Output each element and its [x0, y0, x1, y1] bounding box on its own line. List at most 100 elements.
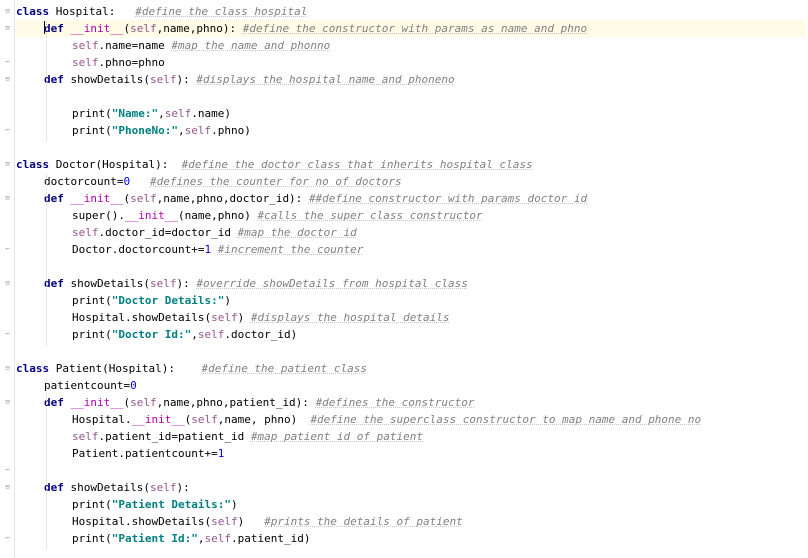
dunder-token: __init__ — [124, 209, 178, 222]
code-token: ): — [176, 73, 197, 86]
fold-open-icon[interactable] — [4, 365, 11, 372]
dunder-token: __init__ — [70, 192, 124, 205]
code-line[interactable]: Patient.patientcount+=1 — [16, 445, 806, 462]
fold-end-icon[interactable] — [4, 331, 11, 338]
comment-token: #prints the details of patient — [264, 515, 463, 528]
keyword-token: class — [16, 5, 50, 18]
string-literal: "PhoneNo:" — [111, 124, 178, 137]
self-token: self — [72, 430, 99, 443]
code-line[interactable]: def __init__(self,name,phno,doctor_id): … — [16, 190, 806, 207]
code-line[interactable]: patientcount=0 — [16, 377, 806, 394]
code-token: super(). — [72, 209, 125, 222]
code-line[interactable]: Hospital.showDetails(self) #prints the d… — [16, 513, 806, 530]
comment-token: #map the name and phonno — [171, 39, 331, 52]
code-line[interactable]: print("Patient Id:",self.patient_id) — [16, 530, 806, 547]
code-token: ) — [237, 311, 251, 324]
code-line[interactable] — [16, 258, 806, 275]
code-line[interactable]: def showDetails(self): — [16, 479, 806, 496]
fold-open-icon[interactable] — [4, 76, 11, 83]
fold-end-icon[interactable] — [4, 467, 11, 474]
code-editor[interactable]: class Hospital: #define the class hospit… — [0, 0, 808, 558]
code-line[interactable]: doctorcount=0 #defines the counter for n… — [16, 173, 806, 190]
code-line[interactable]: self.patient_id=patient_id #map patient … — [16, 428, 806, 445]
code-token: Patient(Hospital): — [49, 362, 202, 375]
code-line[interactable] — [16, 343, 806, 360]
comment-token: ##define constructor with params doctor … — [308, 192, 588, 205]
fold-end-icon[interactable] — [4, 127, 11, 134]
code-token: ,name,phno,patient_id): — [156, 396, 316, 409]
code-line[interactable]: Hospital.showDetails(self) #displays the… — [16, 309, 806, 326]
code-line[interactable]: def showDetails(self): #override showDet… — [16, 275, 806, 292]
indent-guide — [46, 379, 47, 549]
fold-end-icon[interactable] — [4, 246, 11, 253]
code-token: print( — [72, 294, 112, 307]
code-token: showDetails( — [63, 277, 150, 290]
fold-open-icon[interactable] — [4, 25, 11, 32]
code-token: .name) — [191, 107, 231, 120]
code-token: Doctor.doctorcount+= — [72, 243, 205, 256]
dunder-token: __init__ — [70, 396, 124, 409]
comment-token: #increment the counter — [217, 243, 364, 256]
code-line[interactable]: def __init__(self,name,phno,patient_id):… — [16, 394, 806, 411]
self-token: self — [149, 73, 177, 86]
code-line[interactable]: print("Doctor Id:",self.doctor_id) — [16, 326, 806, 343]
comment-token: #define the patient class — [201, 362, 368, 375]
code-area[interactable]: class Hospital: #define the class hospit… — [16, 3, 806, 549]
code-line[interactable]: super().__init__(name,phno) #calls the s… — [16, 207, 806, 224]
fold-open-icon[interactable] — [4, 484, 11, 491]
code-line[interactable]: class Doctor(Hospital): #define the doct… — [16, 156, 806, 173]
comment-token: #defines the constructor — [315, 396, 475, 409]
self-token: self — [130, 396, 157, 409]
fold-end-icon[interactable] — [4, 59, 11, 66]
code-line[interactable]: print("PhoneNo:",self.phno) — [16, 122, 806, 139]
code-token: .name=name — [98, 39, 172, 52]
code-token: .patient_id) — [230, 532, 311, 545]
fold-open-icon[interactable] — [4, 280, 11, 287]
code-token: print( — [72, 328, 112, 341]
string-literal: "Patient Id:" — [111, 532, 198, 545]
code-token: print( — [72, 498, 112, 511]
code-line[interactable]: def __init__(self,name,phno): #define th… — [16, 20, 806, 37]
code-token: print( — [72, 107, 112, 120]
code-line[interactable]: def showDetails(self): #displays the hos… — [16, 71, 806, 88]
code-token: Hospital.showDetails( — [72, 515, 212, 528]
code-line[interactable]: self.doctor_id=doctor_id #map the doctor… — [16, 224, 806, 241]
code-line[interactable]: class Hospital: #define the class hospit… — [16, 3, 806, 20]
code-line[interactable]: print("Patient Details:") — [16, 496, 806, 513]
code-line[interactable]: Hospital.__init__(self,name, phno) #defi… — [16, 411, 806, 428]
self-token: self — [204, 532, 231, 545]
fold-end-icon[interactable] — [4, 535, 11, 542]
code-line[interactable] — [16, 88, 806, 105]
fold-gutter — [0, 0, 15, 558]
code-line[interactable]: self.phno=phno — [16, 54, 806, 71]
comment-token: #calls the super class constructor — [257, 209, 483, 222]
code-line[interactable] — [16, 462, 806, 479]
self-token: self — [149, 277, 177, 290]
number-literal: 1 — [217, 447, 225, 460]
fold-open-icon[interactable] — [4, 8, 11, 15]
indent-guide — [46, 22, 47, 141]
self-token: self — [191, 413, 218, 426]
fold-open-icon[interactable] — [4, 399, 11, 406]
code-token: .doctor_id=doctor_id — [98, 226, 238, 239]
self-token: self — [130, 192, 157, 205]
code-line[interactable]: class Patient(Hospital): #define the pat… — [16, 360, 806, 377]
self-token: self — [149, 481, 177, 494]
code-line[interactable]: self.name=name #map the name and phonno — [16, 37, 806, 54]
code-line[interactable]: Doctor.doctorcount+=1 #increment the cou… — [16, 241, 806, 258]
code-line[interactable] — [16, 139, 806, 156]
code-token: showDetails( — [63, 481, 150, 494]
code-token: (name,phno) — [177, 209, 258, 222]
fold-open-icon[interactable] — [4, 195, 11, 202]
code-token: ): — [176, 481, 190, 494]
code-line[interactable]: print("Doctor Details:") — [16, 292, 806, 309]
fold-open-icon[interactable] — [4, 161, 11, 168]
code-line[interactable]: print("Name:",self.name) — [16, 105, 806, 122]
code-token: Doctor(Hospital): — [49, 158, 182, 171]
comment-token: #displays the hospital name and phoneno — [196, 73, 455, 86]
string-literal: "Name:" — [111, 107, 159, 120]
keyword-token: class — [16, 158, 50, 171]
